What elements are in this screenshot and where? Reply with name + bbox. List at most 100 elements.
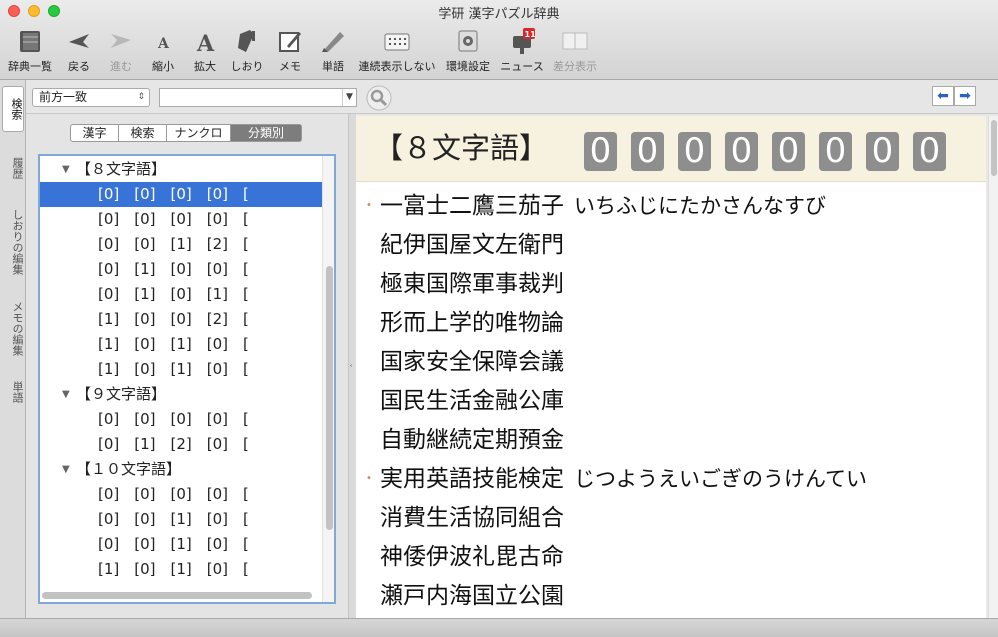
previous-result-button[interactable]: ⬅: [932, 86, 954, 106]
tree-group[interactable]: ▼ 【８文字語】: [40, 157, 324, 182]
segment-nankuro[interactable]: ナンクロ: [167, 125, 231, 141]
entry-word: 一富士二鷹三茄子: [380, 193, 564, 219]
disclosure-triangle-icon[interactable]: ▼: [62, 157, 70, 182]
tab-words[interactable]: 単語: [2, 368, 24, 416]
entry-reading: いちふじにたかさんなすび: [574, 194, 826, 218]
window-title: 学研 漢字パズル辞典: [438, 7, 560, 22]
disclosure-triangle-icon[interactable]: ▼: [62, 457, 70, 482]
entry-word: 国家安全保障会議: [380, 349, 564, 375]
news-badge: 11: [525, 30, 536, 39]
tree-group[interactable]: ▼ 【１０文字語】: [40, 457, 324, 482]
word-button[interactable]: 単語: [314, 24, 352, 76]
entry-row[interactable]: 形而上学的唯物論: [380, 305, 564, 342]
tab-memo-edit[interactable]: メモの編集: [2, 288, 24, 368]
entry-word: 神倭伊波礼毘古命: [380, 544, 564, 570]
entry-reading: じつようえいごぎのうけんてい: [574, 467, 867, 491]
tab-search[interactable]: 検索: [2, 86, 24, 132]
entry-word: 自動継続定期預金: [380, 427, 564, 453]
tree-item[interactable]: [0] [1] [0] [1] [: [40, 282, 324, 307]
tree-item[interactable]: [0] [0] [0] [0] [: [40, 407, 324, 432]
continuous-grid-icon: [384, 33, 410, 51]
disclosure-triangle-icon[interactable]: ▼: [62, 382, 70, 407]
tree-item[interactable]: [0] [1] [0] [0] [: [40, 257, 324, 282]
entry-marker-icon: •: [366, 200, 372, 211]
bookmark-button[interactable]: しおり: [228, 24, 266, 76]
bookmark-icon: [238, 30, 255, 52]
news-button[interactable]: 11 ニュース: [498, 24, 546, 76]
tree-item[interactable]: [0] [0] [1] [2] [: [40, 232, 324, 257]
entry-row[interactable]: 瀬戸内海国立公園: [380, 578, 564, 615]
tree-item[interactable]: [0] [0] [0] [0] [: [40, 182, 324, 207]
digit-box: 0: [866, 132, 899, 171]
diff-display-button[interactable]: 差分表示: [550, 24, 600, 76]
digit-box: 0: [772, 132, 805, 171]
segment-search[interactable]: 検索: [119, 125, 167, 141]
diff-panel-icon: [562, 32, 588, 50]
segment-category[interactable]: 分類別: [231, 125, 301, 141]
splitter-grip-icon: ˂: [349, 364, 353, 373]
entry-word: 消費生活協同組合: [380, 505, 564, 531]
memo-button[interactable]: メモ: [272, 24, 308, 76]
font-smaller-button[interactable]: A 縮小: [146, 24, 180, 76]
content-pane: 【８文字語】 00000000 • 一富士二鷹三茄子 いちふじにたかさんなすび 紀伊国…: [356, 116, 986, 618]
back-button[interactable]: 戻る: [62, 24, 96, 76]
tree-item[interactable]: [1] [0] [1] [0] [: [40, 332, 324, 357]
tree-item[interactable]: [1] [0] [1] [0] [: [40, 357, 324, 382]
tree-item-label: [0] [1] [0] [0] [: [98, 260, 249, 278]
search-icon[interactable]: [366, 85, 392, 111]
tree-item-label: [0] [0] [1] [0] [: [98, 510, 249, 528]
tree-item[interactable]: [1] [0] [0] [2] [: [40, 307, 324, 332]
tree-item[interactable]: [1] [0] [1] [0] [: [40, 557, 324, 582]
next-result-button[interactable]: ➡: [954, 86, 976, 106]
segment-kanji[interactable]: 漢字: [71, 125, 119, 141]
digit-box: 0: [819, 132, 852, 171]
tree-horizontal-scrollbar[interactable]: [42, 592, 312, 599]
search-input[interactable]: [159, 88, 357, 107]
tree-item-label: [0] [0] [1] [0] [: [98, 535, 249, 553]
entry-row[interactable]: 実用英語技能検定 じつようえいごぎのうけんてい: [380, 461, 867, 498]
forward-arrow-icon: [111, 34, 131, 48]
font-larger-button[interactable]: A 拡大: [188, 24, 222, 76]
tree-vertical-scrollbar[interactable]: [322, 156, 334, 602]
tree-item[interactable]: [0] [0] [0] [0] [: [40, 207, 324, 232]
entry-row[interactable]: 一富士二鷹三茄子 いちふじにたかさんなすび: [380, 188, 826, 225]
search-mode-select[interactable]: 前方一致 ⇕: [32, 88, 150, 107]
search-bar: 前方一致 ⇕ ▼ ⬅ ➡: [26, 80, 998, 114]
select-stepper-icon: ⇕: [137, 92, 145, 102]
entry-word: 紀伊国屋文左衛門: [380, 232, 564, 258]
settings-icon: [458, 30, 478, 52]
tree-item[interactable]: [0] [0] [1] [0] [: [40, 507, 324, 532]
content-vertical-scrollbar[interactable]: [988, 116, 998, 618]
continuous-display-toggle[interactable]: 連続表示しない: [356, 24, 438, 76]
tab-history[interactable]: 履歴: [2, 146, 24, 190]
entry-row[interactable]: 消費生活協同組合: [380, 500, 564, 537]
tree-item-label: [1] [0] [1] [0] [: [98, 335, 249, 353]
entry-word: 瀬戸内海国立公園: [380, 583, 564, 609]
entry-row[interactable]: 極東国際軍事裁判: [380, 266, 564, 303]
right-arrow-icon: ➡: [959, 88, 971, 104]
entry-row[interactable]: 国民生活金融公庫: [380, 383, 564, 420]
entry-marker-icon: •: [366, 473, 372, 484]
preferences-button[interactable]: 環境設定: [444, 24, 492, 76]
entry-row[interactable]: 国家安全保障会議: [380, 344, 564, 381]
content-scroll-thumb[interactable]: [991, 120, 997, 176]
digit-box: 0: [678, 132, 711, 171]
tree-group[interactable]: ▼ 【９文字語】: [40, 382, 324, 407]
left-panel: 漢字 検索 ナンクロ 分類別 ▼ 【８文字語】 [0] [0] [0] [0] [[…: [26, 114, 348, 620]
entry-row[interactable]: 神倭伊波礼毘古命: [380, 539, 564, 576]
forward-button[interactable]: 進む: [104, 24, 138, 76]
history-dropdown-icon[interactable]: ▼: [342, 89, 356, 106]
dictionary-list-button[interactable]: 辞典一覧: [4, 24, 56, 76]
entry-word: 国民生活金融公庫: [380, 388, 564, 414]
font-larger-icon: A: [196, 31, 215, 54]
tree-item[interactable]: [0] [0] [1] [0] [: [40, 532, 324, 557]
entry-row[interactable]: 紀伊国屋文左衛門: [380, 227, 564, 264]
tree-group-label: 【１０文字語】: [76, 460, 182, 478]
tree-item-label: [0] [0] [0] [0] [: [98, 210, 249, 228]
splitter[interactable]: ˂: [348, 114, 356, 620]
tree-item[interactable]: [0] [0] [0] [0] [: [40, 482, 324, 507]
tree-item[interactable]: [0] [1] [2] [0] [: [40, 432, 324, 457]
tree-scroll-thumb[interactable]: [326, 266, 333, 530]
entry-row[interactable]: 自動継続定期預金: [380, 422, 564, 459]
tab-bookmark-edit[interactable]: しおりの編集: [2, 200, 24, 284]
